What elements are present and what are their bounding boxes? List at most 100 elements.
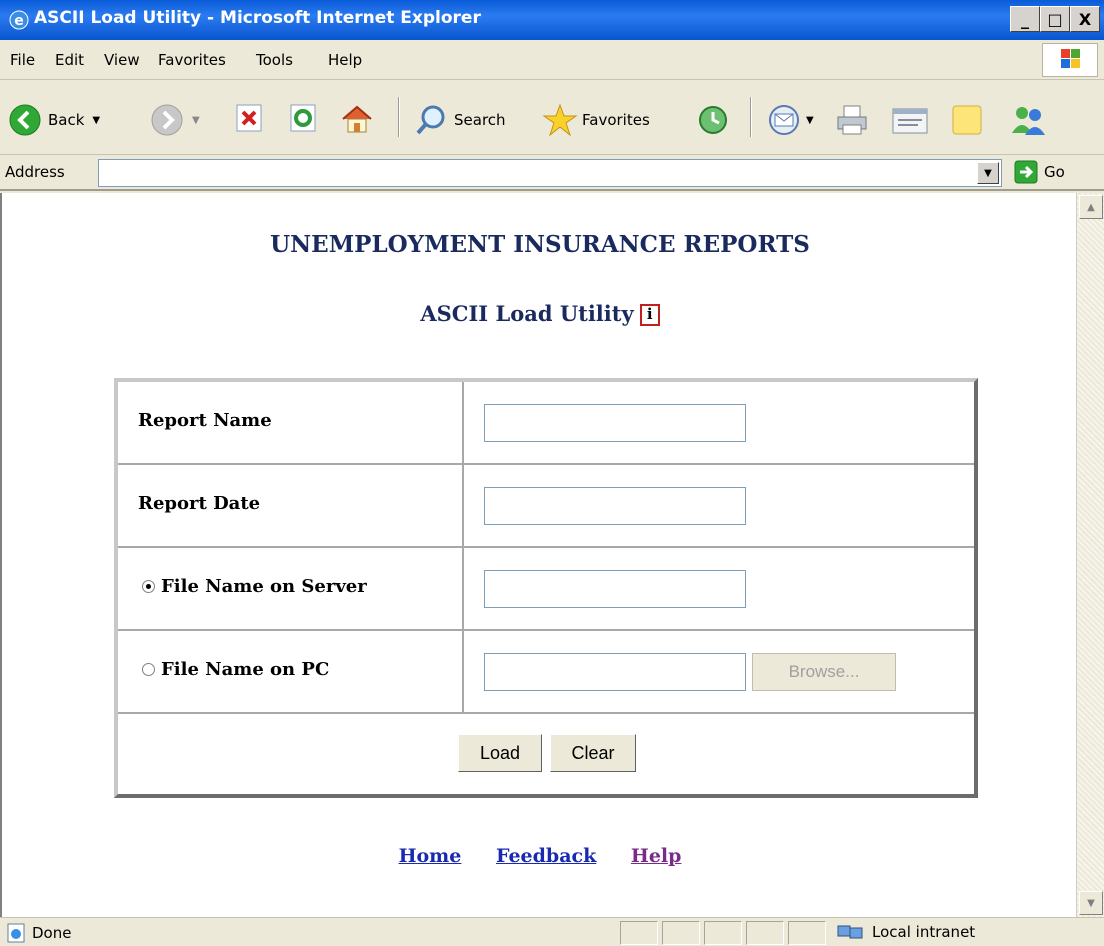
search-label: Search [454, 111, 506, 129]
go-label: Go [1044, 163, 1065, 181]
server-file-row: File Name on Server [118, 548, 974, 631]
address-bar: Address ▼ Go [0, 155, 1104, 191]
menu-tools[interactable]: Tools [256, 51, 293, 69]
menu-help[interactable]: Help [328, 51, 362, 69]
report-name-input[interactable] [484, 404, 746, 442]
note-icon [952, 105, 982, 135]
zone-text: Local intranet [872, 923, 976, 941]
mail-dropdown-icon[interactable]: ▼ [806, 115, 814, 126]
pc-file-option[interactable]: File Name on PC [142, 659, 329, 680]
page-title: UNEMPLOYMENT INSURANCE REPORTS [270, 231, 810, 258]
refresh-button[interactable] [288, 103, 318, 133]
intranet-icon [837, 925, 863, 939]
clear-button[interactable]: Clear [550, 734, 636, 772]
footer-links: Home Feedback Help [2, 845, 1078, 867]
go-button[interactable]: Go [1014, 160, 1065, 184]
window-title: ASCII Load Utility - Microsoft Internet … [34, 8, 481, 28]
close-button[interactable]: X [1070, 6, 1100, 32]
edit-page-icon [892, 108, 928, 134]
address-input[interactable]: ▼ [98, 159, 1002, 187]
forward-dropdown-icon[interactable]: ▼ [192, 115, 200, 126]
security-zone: Local intranet [836, 922, 975, 942]
mail-icon [769, 105, 799, 135]
page-viewport: UNEMPLOYMENT INSURANCE REPORTS ASCII Loa… [0, 193, 1104, 917]
messenger-icon [1012, 107, 1045, 135]
menu-bar: File Edit View Favorites Tools Help [0, 40, 1104, 80]
home-link[interactable]: Home [399, 845, 462, 867]
go-arrow-icon [1014, 160, 1038, 184]
stop-icon [236, 104, 262, 132]
print-button[interactable] [834, 103, 870, 137]
page-done-icon [7, 923, 25, 943]
menu-edit[interactable]: Edit [55, 51, 84, 69]
forward-button[interactable]: ▼ [150, 103, 200, 137]
report-date-input[interactable] [484, 487, 746, 525]
status-message: Done [6, 923, 71, 943]
status-pane [662, 921, 700, 945]
menu-favorites[interactable]: Favorites [158, 51, 226, 69]
address-label: Address [5, 163, 65, 181]
status-pane [704, 921, 742, 945]
maximize-button[interactable]: □ [1040, 6, 1070, 32]
info-icon[interactable]: i [639, 304, 660, 326]
report-name-label: Report Name [138, 410, 272, 431]
favorites-button[interactable]: Favorites [542, 103, 650, 137]
load-form: Report Name Report Date File Name on Ser… [114, 378, 978, 798]
toolbar-separator [750, 97, 752, 137]
report-name-row: Report Name [118, 382, 974, 465]
discuss-button[interactable] [950, 103, 984, 137]
menu-view[interactable]: View [104, 51, 140, 69]
report-date-row: Report Date [118, 465, 974, 548]
scroll-down-icon[interactable]: ▼ [1079, 891, 1103, 915]
pc-file-row: File Name on PC Browse... [118, 631, 974, 714]
toolbar-separator [398, 97, 400, 137]
mail-button[interactable]: ▼ [766, 103, 814, 137]
feedback-link[interactable]: Feedback [496, 845, 596, 867]
help-link[interactable]: Help [631, 845, 682, 867]
back-button[interactable]: Back ▼ [8, 103, 100, 137]
status-pane [746, 921, 784, 945]
pc-file-input[interactable] [484, 653, 746, 691]
print-icon [837, 105, 867, 135]
server-file-cell: File Name on Server [118, 548, 464, 629]
server-file-radio[interactable] [142, 580, 155, 593]
report-date-cell: Report Date [118, 465, 464, 546]
edit-button[interactable] [890, 103, 930, 137]
status-bar: Done Local intranet [0, 917, 1104, 946]
load-button[interactable]: Load [458, 734, 542, 772]
report-name-cell: Report Name [118, 382, 464, 463]
history-button[interactable] [696, 103, 730, 137]
star-icon [542, 103, 578, 137]
svg-text:e: e [14, 13, 24, 29]
messenger-button[interactable] [1008, 103, 1048, 137]
address-dropdown-icon[interactable]: ▼ [977, 162, 999, 184]
stop-button[interactable] [234, 103, 264, 133]
home-button[interactable] [340, 103, 374, 135]
browse-button[interactable]: Browse... [752, 653, 896, 691]
back-arrow-icon [9, 104, 41, 136]
search-icon [416, 105, 445, 135]
status-pane [620, 921, 658, 945]
favorites-label: Favorites [582, 111, 650, 129]
report-date-label: Report Date [138, 493, 261, 514]
windows-logo-icon [1042, 43, 1098, 77]
page-subtitle-row: ASCII Load Utility i [2, 301, 1078, 326]
server-file-label: File Name on Server [161, 576, 367, 597]
search-button[interactable]: Search [414, 103, 506, 137]
pc-file-label: File Name on PC [161, 659, 330, 680]
actions-row: Load Clear [118, 714, 974, 794]
server-file-input[interactable] [484, 570, 746, 608]
history-icon [699, 106, 727, 134]
menu-file[interactable]: File [10, 51, 35, 69]
back-dropdown-icon[interactable]: ▼ [92, 115, 100, 126]
scroll-up-icon[interactable]: ▲ [1079, 195, 1103, 219]
toolbar: Back ▼ ▼ Search Favorites ▼ [0, 81, 1104, 155]
server-file-option[interactable]: File Name on Server [142, 576, 367, 597]
ie-icon: e [9, 10, 29, 30]
pc-file-radio[interactable] [142, 663, 155, 676]
minimize-button[interactable]: _ [1010, 6, 1040, 32]
status-pane [788, 921, 826, 945]
home-icon [342, 105, 372, 133]
page-subtitle: ASCII Load Utility [420, 301, 634, 326]
vertical-scrollbar[interactable]: ▲ ▼ [1076, 193, 1104, 917]
